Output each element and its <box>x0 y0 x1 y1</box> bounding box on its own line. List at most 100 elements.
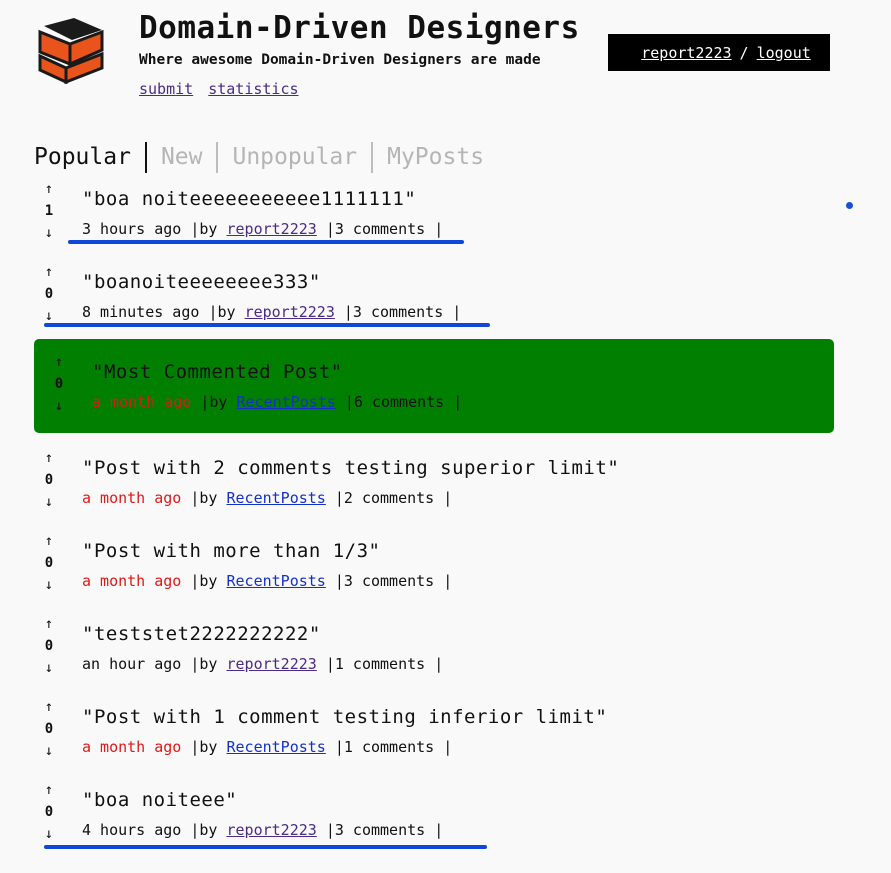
downvote-arrow-icon[interactable]: ↓ <box>34 823 64 845</box>
upvote-arrow-icon[interactable]: ↑ <box>34 178 64 200</box>
post-by-label: |by <box>208 303 236 321</box>
vote-controls: ↑ 0 ↓ <box>34 530 64 596</box>
post-author-link[interactable]: RecentPosts <box>227 572 326 590</box>
post-title[interactable]: "Post with 2 comments testing superior l… <box>82 457 619 479</box>
post-meta: 8 minutes ago |by report2223 |3 comments… <box>82 303 461 321</box>
post-by-label: |by <box>190 489 218 507</box>
post-meta: a month ago |by RecentPosts |1 comments … <box>82 738 452 756</box>
vote-count: 0 <box>44 555 54 571</box>
post-meta: an hour ago |by report2223 |1 comments | <box>82 655 443 673</box>
downvote-arrow-icon[interactable]: ↓ <box>34 574 64 596</box>
post-comments-count[interactable]: |6 comments | <box>345 393 462 411</box>
post-title[interactable]: "Post with more than 1/3" <box>82 540 380 562</box>
post-comments-count[interactable]: |1 comments | <box>335 738 452 756</box>
post-title[interactable]: "Post with 1 comment testing inferior li… <box>82 706 607 728</box>
post-by-label: |by <box>190 821 218 839</box>
annotation-underline <box>44 845 487 849</box>
downvote-arrow-icon[interactable]: ↓ <box>34 491 64 513</box>
annotation-underline <box>44 323 490 327</box>
post-by-label: |by <box>190 738 218 756</box>
post-time: 3 hours ago <box>82 220 182 238</box>
vote-controls: ↑ 0 ↓ <box>34 779 64 845</box>
post-comments-count[interactable]: |1 comments | <box>326 655 443 673</box>
post-time: 8 minutes ago <box>82 303 200 321</box>
downvote-arrow-icon[interactable]: ↓ <box>34 740 64 762</box>
upvote-arrow-icon[interactable]: ↑ <box>34 447 64 469</box>
post-by-label: |by <box>190 220 218 238</box>
vote-count: 0 <box>44 286 54 302</box>
downvote-arrow-icon[interactable]: ↓ <box>44 395 74 417</box>
post-comments-count[interactable]: |3 comments | <box>326 821 443 839</box>
post-author-link[interactable]: report2223 <box>227 821 317 839</box>
site-tagline: Where awesome Domain-Driven Designers ar… <box>139 52 541 68</box>
post-item: ↑ 0 ↓ "Post with more than 1/3" a month ago … <box>34 530 834 624</box>
post-title[interactable]: "teststet2222222222" <box>82 623 321 645</box>
submit-link[interactable]: submit <box>139 80 193 98</box>
post-title[interactable]: "Most Commented Post" <box>92 361 343 383</box>
post-author-link[interactable]: RecentPosts <box>237 393 336 411</box>
tab-myposts[interactable]: MyPosts <box>371 142 498 173</box>
site-title: Domain-Driven Designers <box>139 10 580 46</box>
post-time: a month ago <box>92 393 192 411</box>
vote-count: 0 <box>44 638 54 654</box>
post-comments-count[interactable]: |2 comments | <box>335 489 452 507</box>
user-profile-link[interactable]: report2223 <box>641 44 731 62</box>
post-comments-count[interactable]: |3 comments | <box>326 220 443 238</box>
upvote-arrow-icon[interactable]: ↑ <box>34 696 64 718</box>
post-item: ↑ 0 ↓ "Most Commented Post" a month ago |by … <box>34 339 834 433</box>
vote-controls: ↑ 0 ↓ <box>34 447 64 513</box>
vote-controls: ↑ 0 ↓ <box>44 351 74 417</box>
post-item: ↑ 0 ↓ "Post with 1 comment testing inferior… <box>34 696 834 790</box>
post-comments-count[interactable]: |3 comments | <box>344 303 461 321</box>
post-item: ↑ 0 ↓ "teststet2222222222" an hour ago |by r… <box>34 613 834 707</box>
post-title[interactable]: "boanoiteeeeeeee333" <box>82 271 321 293</box>
post-author-link[interactable]: RecentPosts <box>227 738 326 756</box>
post-meta: 4 hours ago |by report2223 |3 comments | <box>82 821 443 839</box>
logout-link[interactable]: logout <box>757 44 811 62</box>
user-box: report2223 / logout <box>608 34 830 71</box>
vote-count: 0 <box>44 721 54 737</box>
tab-new[interactable]: New <box>144 142 217 173</box>
user-separator: / <box>739 43 749 62</box>
downvote-arrow-icon[interactable]: ↓ <box>34 657 64 679</box>
tab-popular[interactable]: Popular <box>34 142 145 173</box>
post-time: a month ago <box>82 572 182 590</box>
vote-controls: ↑ 0 ↓ <box>34 613 64 679</box>
header-links: submit statistics <box>139 80 305 98</box>
downvote-arrow-icon[interactable]: ↓ <box>34 222 64 244</box>
vote-count: 0 <box>44 472 54 488</box>
post-meta: a month ago |by RecentPosts |2 comments … <box>82 489 452 507</box>
annotation-underline <box>68 240 464 244</box>
tab-unpopular[interactable]: Unpopular <box>216 142 371 173</box>
logo-bricks-icon <box>38 18 104 84</box>
vote-controls: ↑ 1 ↓ <box>34 178 64 244</box>
vote-count: 1 <box>44 203 54 219</box>
post-meta: 3 hours ago |by report2223 |3 comments | <box>82 220 443 238</box>
indicator-dot-icon <box>846 202 853 209</box>
post-by-label: |by <box>190 655 218 673</box>
vote-controls: ↑ 0 ↓ <box>34 261 64 327</box>
post-author-link[interactable]: RecentPosts <box>227 489 326 507</box>
post-author-link[interactable]: report2223 <box>227 220 317 238</box>
vote-count: 0 <box>54 376 64 392</box>
upvote-arrow-icon[interactable]: ↑ <box>44 351 74 373</box>
post-author-link[interactable]: report2223 <box>227 655 317 673</box>
upvote-arrow-icon[interactable]: ↑ <box>34 779 64 801</box>
post-time: a month ago <box>82 738 182 756</box>
upvote-arrow-icon[interactable]: ↑ <box>34 530 64 552</box>
statistics-link[interactable]: statistics <box>208 80 298 98</box>
post-author-link[interactable]: report2223 <box>245 303 335 321</box>
post-meta: a month ago |by RecentPosts |3 comments … <box>82 572 452 590</box>
post-item: ↑ 0 ↓ "boa noiteee" 4 hours ago |by report22… <box>34 779 834 873</box>
post-meta: a month ago |by RecentPosts |6 comments … <box>92 393 462 411</box>
post-item: ↑ 1 ↓ "boa noiteeeeeeeeeee1111111" 3 hours a… <box>34 178 834 272</box>
upvote-arrow-icon[interactable]: ↑ <box>34 261 64 283</box>
feed-tabs: Popular New Unpopular MyPosts <box>34 142 498 173</box>
vote-controls: ↑ 0 ↓ <box>34 696 64 762</box>
post-title[interactable]: "boa noiteee" <box>82 789 237 811</box>
post-item: ↑ 0 ↓ "Post with 2 comments testing superio… <box>34 447 834 541</box>
post-comments-count[interactable]: |3 comments | <box>335 572 452 590</box>
post-by-label: |by <box>200 393 228 411</box>
post-title[interactable]: "boa noiteeeeeeeeeee1111111" <box>82 188 416 210</box>
upvote-arrow-icon[interactable]: ↑ <box>34 613 64 635</box>
